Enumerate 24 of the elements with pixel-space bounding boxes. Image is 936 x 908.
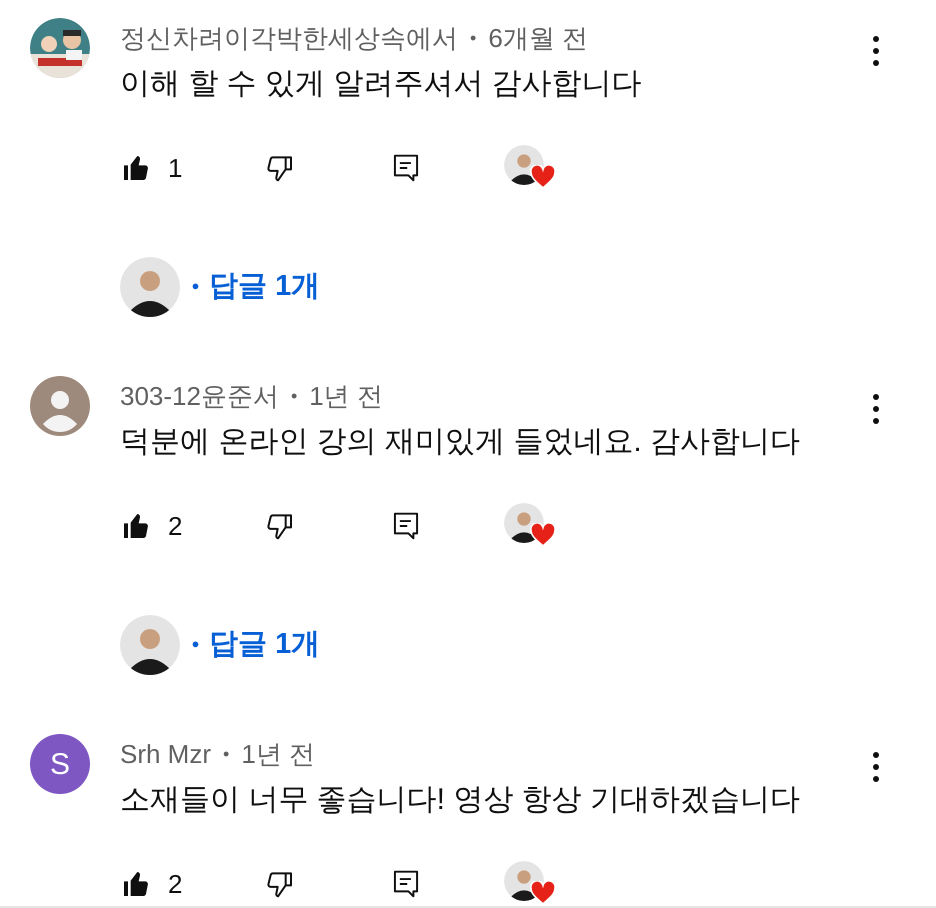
comment-text: 이해 할 수 있게 알려주셔서 감사합니다	[120, 66, 643, 102]
author-name[interactable]: Srh Mzr	[120, 734, 211, 774]
like-count: 2	[168, 868, 182, 900]
comment-time: 1년 전	[241, 738, 315, 770]
reply-icon	[391, 152, 421, 184]
reply-icon	[391, 868, 421, 900]
replies-link[interactable]: • 답글 1개	[192, 265, 320, 309]
author-name[interactable]: 정신차려이각박한세상속에서	[120, 18, 458, 58]
avatar-icon	[30, 376, 90, 436]
replies-link[interactable]: • 답글 1개	[192, 623, 320, 667]
separator-dot: •	[470, 26, 476, 50]
creator-avatar-icon	[120, 257, 180, 317]
comment-time: 1년 전	[309, 380, 383, 412]
author-name[interactable]: 303-12윤준서	[120, 376, 279, 416]
separator-dot: •	[290, 384, 298, 408]
like-count: 2	[168, 510, 182, 542]
reply-icon	[391, 510, 421, 542]
comment-text: 소재들이 너무 좋습니다! 영상 항상 기대하겠습니다	[120, 782, 802, 818]
comment-text: 덕분에 온라인 강의 재미있게 들었네요. 감사합니다	[120, 424, 802, 460]
like-count: 1	[168, 152, 182, 184]
comment-time: 6개월 전	[488, 22, 588, 54]
separator-dot: •	[223, 742, 230, 766]
avatar: S	[30, 734, 90, 794]
creator-avatar-icon	[120, 615, 180, 675]
